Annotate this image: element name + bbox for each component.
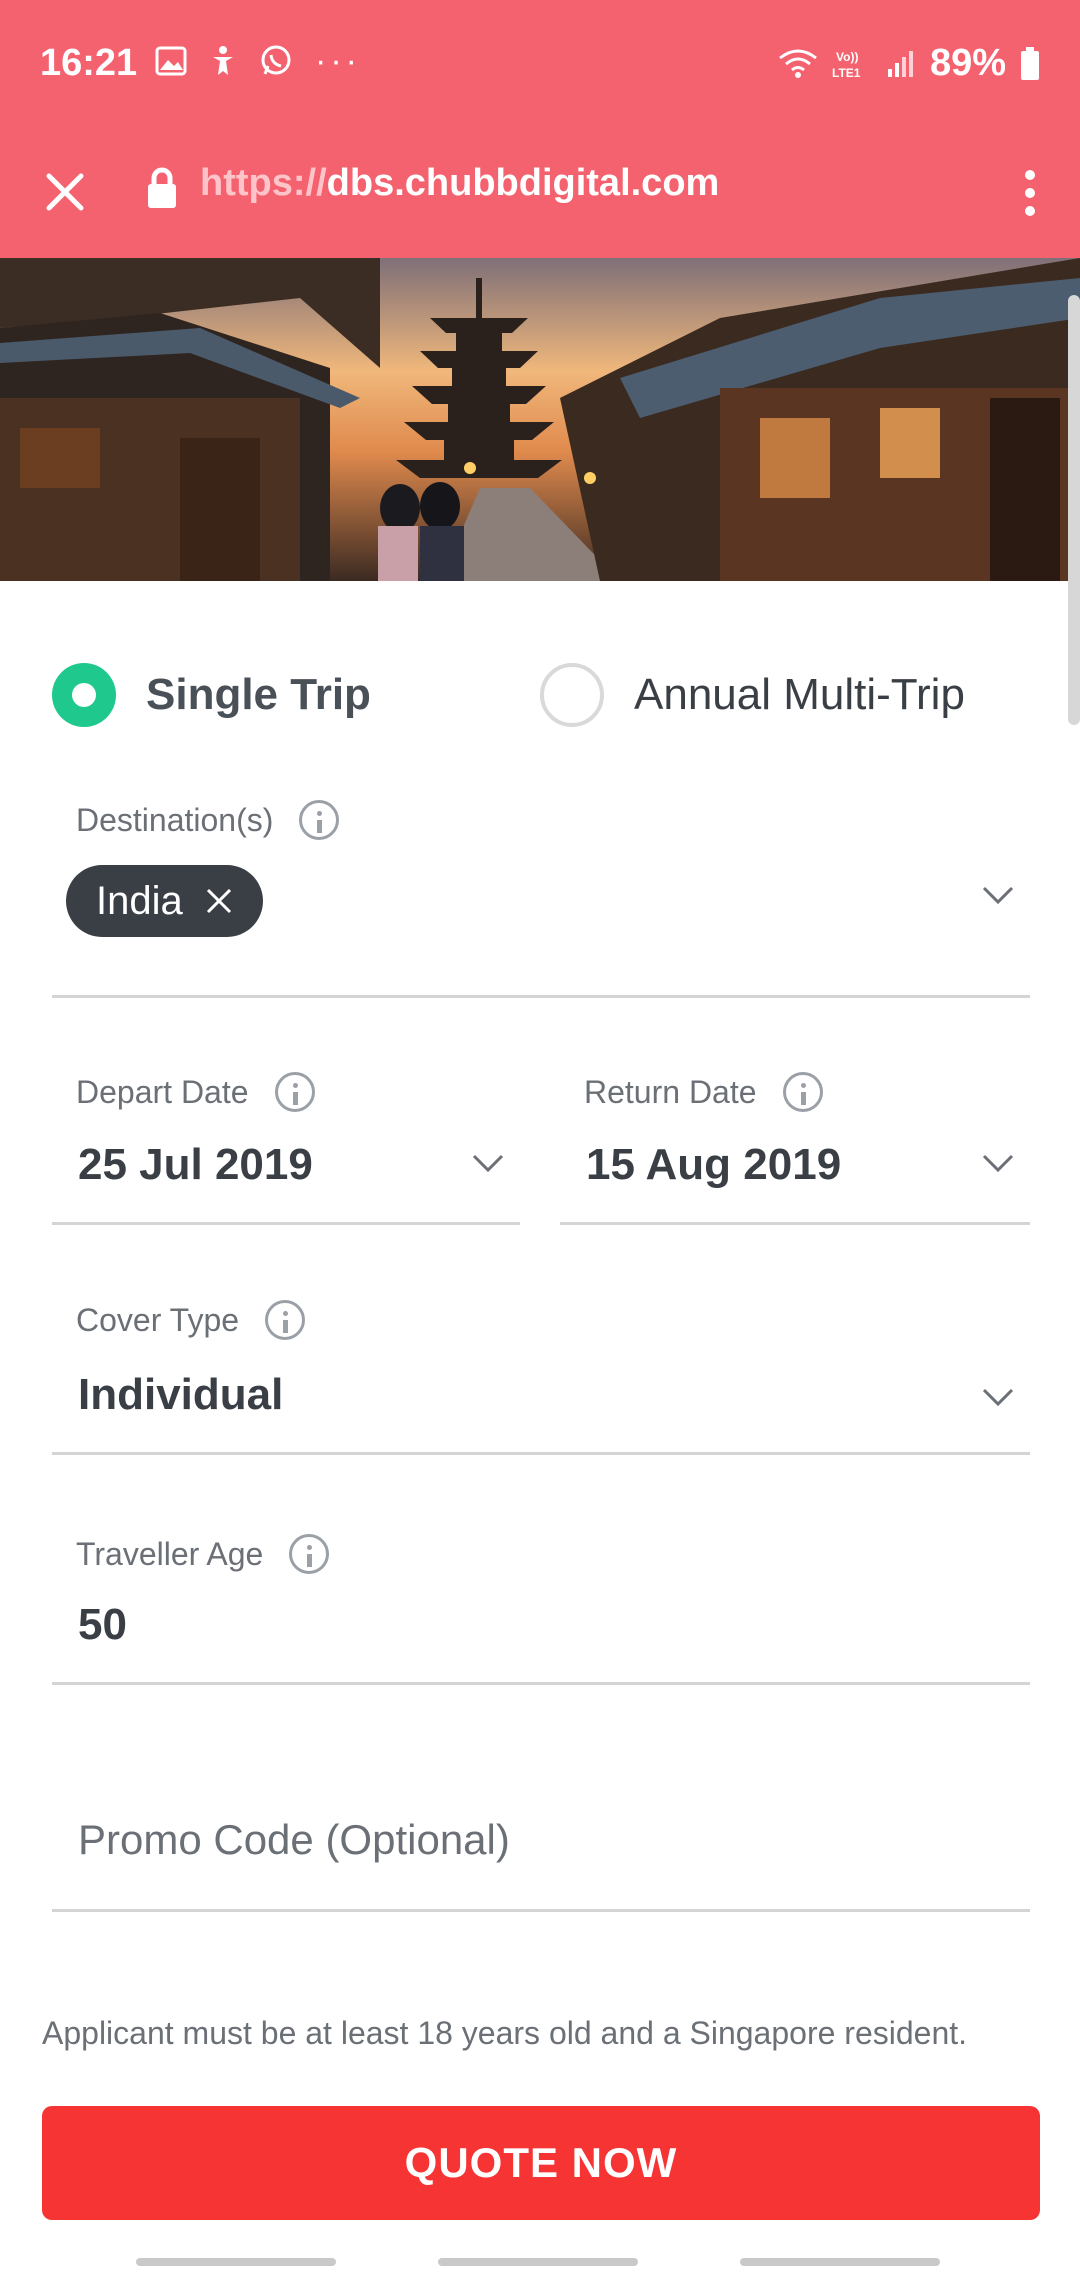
radio-unchecked-icon [540, 663, 604, 727]
gallery-icon [155, 46, 187, 76]
more-notifications-icon: ··· [315, 42, 361, 80]
lock-icon [148, 167, 176, 208]
more-options-button[interactable] [1010, 158, 1050, 228]
return-date-label-row: Return Date [584, 1072, 823, 1112]
scrollbar[interactable] [1068, 295, 1080, 725]
chevron-down-icon[interactable] [980, 876, 1016, 912]
destination-chip: India [66, 865, 263, 937]
single-trip-label: Single Trip [146, 670, 371, 719]
nav-pill [136, 2258, 336, 2266]
traveller-age-label-row: Traveller Age [76, 1534, 330, 1574]
close-tab-button[interactable] [40, 162, 90, 222]
battery-percentage: 89% [929, 42, 1006, 84]
return-date-value: 15 Aug 2019 [586, 1140, 842, 1189]
depart-date-value: 25 Jul 2019 [78, 1140, 313, 1189]
nav-pill [438, 2258, 638, 2266]
chip-label: India [96, 878, 183, 923]
url-scheme: https:// [200, 162, 327, 204]
depart-date-label-row: Depart Date [76, 1072, 315, 1112]
url-host: dbs.chubbdigital.com [326, 162, 720, 204]
single-trip-radio[interactable]: Single Trip [52, 663, 371, 727]
url-address[interactable]: https://dbs.chubbdigital.com [200, 162, 719, 205]
chevron-down-icon[interactable] [980, 1144, 1016, 1180]
info-icon[interactable] [299, 800, 340, 840]
info-icon[interactable] [289, 1534, 330, 1574]
depart-date-label: Depart Date [76, 1073, 249, 1110]
navigation-bar [0, 2240, 1080, 2280]
close-icon [46, 173, 84, 211]
hero-image [0, 258, 1080, 581]
annual-multi-trip-radio[interactable]: Annual Multi-Trip [540, 663, 965, 727]
signal-icon [887, 50, 913, 77]
cover-type-label: Cover Type [76, 1301, 240, 1338]
cover-type-value: Individual [78, 1370, 284, 1419]
nav-pill [740, 2258, 940, 2266]
destination-label-row: Destination(s) [76, 800, 340, 840]
battery-icon [1021, 46, 1039, 80]
promo-code-field[interactable]: Promo Code (Optional) [52, 1780, 1030, 1912]
wifi-icon [779, 49, 817, 78]
chevron-down-icon[interactable] [470, 1144, 506, 1180]
volte-icon: Vo)) LTE1 [832, 50, 861, 80]
annual-multi-trip-label: Annual Multi-Trip [634, 670, 965, 719]
svg-text:LTE1: LTE1 [832, 66, 861, 80]
quote-now-button[interactable]: QUOTE NOW [42, 2106, 1040, 2220]
return-date-field[interactable]: Return Date 15 Aug 2019 [560, 1060, 1030, 1225]
destination-field[interactable]: Destination(s) India [52, 780, 1030, 998]
trip-type-selector: Single Trip Annual Multi-Trip [52, 655, 1032, 735]
info-icon[interactable] [265, 1300, 306, 1340]
traveller-age-value: 50 [78, 1600, 127, 1649]
system-icons: Vo)) LTE1 89% [778, 42, 1040, 85]
status-bar: 16:21 ··· Vo)) LTE1 89% [0, 0, 1080, 130]
remove-chip-icon[interactable] [205, 887, 233, 915]
whatsapp-icon [261, 45, 291, 75]
accessibility-icon [213, 46, 233, 75]
chevron-down-icon[interactable] [980, 1378, 1016, 1414]
notification-icons: ··· [155, 44, 361, 78]
traveller-age-label: Traveller Age [76, 1535, 264, 1572]
status-time: 16:21 [40, 42, 138, 84]
promo-code-placeholder: Promo Code (Optional) [78, 1816, 510, 1863]
cover-type-label-row: Cover Type [76, 1300, 306, 1340]
eligibility-notice: Applicant must be at least 18 years old … [42, 2015, 968, 2051]
info-icon[interactable] [782, 1072, 823, 1112]
browser-toolbar: https://dbs.chubbdigital.com [0, 130, 1080, 258]
depart-date-field[interactable]: Depart Date 25 Jul 2019 [52, 1060, 520, 1225]
destination-label: Destination(s) [76, 801, 274, 838]
traveller-age-field[interactable]: Traveller Age 50 [52, 1520, 1030, 1685]
cover-type-field[interactable]: Cover Type Individual [52, 1290, 1030, 1455]
return-date-label: Return Date [584, 1073, 757, 1110]
radio-checked-icon [52, 663, 116, 727]
svg-text:Vo)): Vo)) [836, 50, 858, 64]
info-icon[interactable] [274, 1072, 315, 1112]
